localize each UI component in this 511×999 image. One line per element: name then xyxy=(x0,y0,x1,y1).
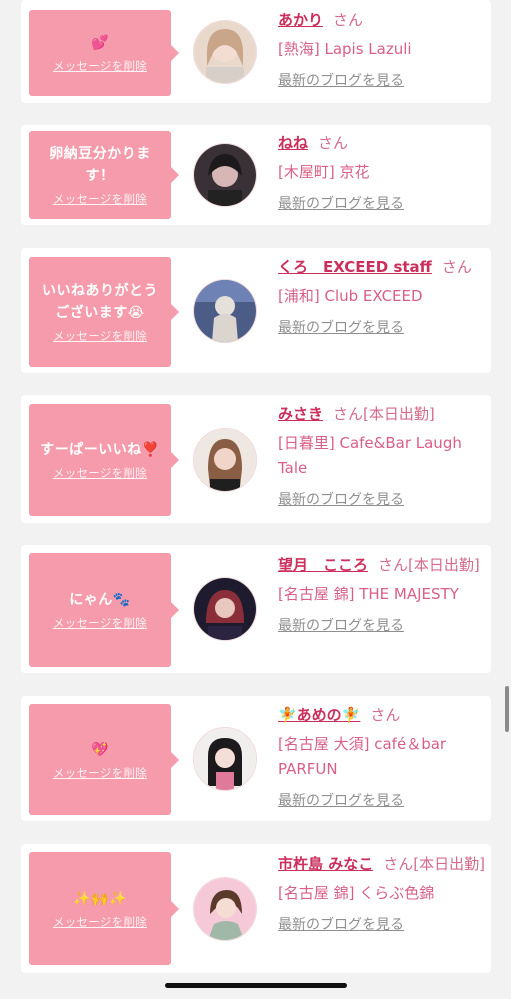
message-text: 💕 xyxy=(91,35,109,51)
message-card: ✨🙌✨ メッセージを削除 市杵島 みなこ さん[本日出勤] [名古屋 錦] くらぶ… xyxy=(21,844,491,973)
message-bubble: 💖 メッセージを削除 xyxy=(29,704,179,815)
message-bubble: ✨🙌✨ メッセージを削除 xyxy=(29,852,179,965)
honorific: さん xyxy=(441,258,472,276)
honorific: さん xyxy=(318,134,349,152)
latest-blog-link[interactable]: 最新のブログを見る xyxy=(278,914,486,934)
message-text: 卵納豆分かります！ xyxy=(49,146,151,184)
message-bubble: すーぱーいいね❣️ メッセージを削除 xyxy=(29,404,179,516)
cast-info: 望月 こころ さん[本日出勤] [名古屋 錦] THE MAJESTY 最新のブロ… xyxy=(278,553,486,635)
avatar[interactable] xyxy=(193,20,257,84)
delete-message-link[interactable]: メッセージを削除 xyxy=(53,191,147,207)
message-bubble: いいねありがとうございます😭 メッセージを削除 xyxy=(29,257,179,367)
cast-info: 🧚あめの🧚 さん [名古屋 大須] café＆bar PARFUN 最新のブログを… xyxy=(278,703,486,810)
message-bubble: にゃん🐾 メッセージを削除 xyxy=(29,553,179,667)
message-card: いいねありがとうございます😭 メッセージを削除 くろ EXCEED staff さ… xyxy=(21,248,491,373)
shop-name: [日暮里] Cafe&Bar Laugh Tale xyxy=(278,434,462,477)
message-text: ✨🙌✨ xyxy=(73,890,127,907)
message-text: すーぱーいいね❣️ xyxy=(40,442,160,458)
cast-name-link[interactable]: 望月 こころ xyxy=(278,556,368,574)
message-text: いいねありがとうございます😭 xyxy=(42,283,158,321)
message-card: にゃん🐾 メッセージを削除 望月 こころ さん[本日出勤] [名古屋 錦] THE… xyxy=(21,545,491,673)
delete-message-link[interactable]: メッセージを削除 xyxy=(53,465,147,481)
home-indicator[interactable] xyxy=(165,983,347,988)
cast-name-link[interactable]: 🧚あめの🧚 xyxy=(278,706,360,724)
delete-message-link[interactable]: メッセージを削除 xyxy=(53,328,147,344)
latest-blog-link[interactable]: 最新のブログを見る xyxy=(278,70,486,90)
delete-message-link[interactable]: メッセージを削除 xyxy=(53,914,147,930)
message-text: にゃん🐾 xyxy=(69,592,131,608)
message-text: 💖 xyxy=(91,741,109,758)
avatar[interactable] xyxy=(193,279,257,343)
message-bubble: 💕 メッセージを削除 xyxy=(29,10,179,96)
shop-name: [名古屋 錦] THE MAJESTY xyxy=(278,585,459,603)
message-card: 💖 メッセージを削除 🧚あめの🧚 さん [名古屋 大須] café＆bar PAR… xyxy=(21,696,491,821)
honorific: さん xyxy=(383,855,414,873)
latest-blog-link[interactable]: 最新のブログを見る xyxy=(278,489,486,509)
status-badge: [本日出勤] xyxy=(363,405,435,423)
latest-blog-link[interactable]: 最新のブログを見る xyxy=(278,317,486,337)
shop-name: [名古屋 錦] くらぶ色錦 xyxy=(278,884,435,902)
cast-info: くろ EXCEED staff さん [浦和] Club EXCEED 最新のブロ… xyxy=(278,255,486,337)
message-card: すーぱーいいね❣️ メッセージを削除 みさき さん[本日出勤] [日暮里] Caf… xyxy=(21,395,491,523)
scrollbar[interactable] xyxy=(505,686,509,732)
delete-message-link[interactable]: メッセージを削除 xyxy=(53,58,147,74)
honorific: さん xyxy=(370,706,401,724)
message-bubble: 卵納豆分かります！ メッセージを削除 xyxy=(29,131,179,219)
shop-name: [名古屋 大須] café＆bar PARFUN xyxy=(278,735,447,778)
latest-blog-link[interactable]: 最新のブログを見る xyxy=(278,790,486,810)
avatar[interactable] xyxy=(193,877,257,941)
avatar[interactable] xyxy=(193,143,257,207)
status-badge: [本日出勤] xyxy=(408,556,480,574)
shop-name: [浦和] Club EXCEED xyxy=(278,287,423,305)
avatar[interactable] xyxy=(193,428,257,492)
cast-info: 市杵島 みなこ さん[本日出勤] [名古屋 錦] くらぶ色錦 最新のブログを見る xyxy=(278,852,486,934)
cast-info: みさき さん[本日出勤] [日暮里] Cafe&Bar Laugh Tale 最新… xyxy=(278,402,486,509)
delete-message-link[interactable]: メッセージを削除 xyxy=(53,615,147,631)
cast-name-link[interactable]: あかり xyxy=(278,11,323,29)
avatar[interactable] xyxy=(193,727,257,791)
status-badge: [本日出勤] xyxy=(413,855,485,873)
honorific: さん xyxy=(378,556,409,574)
latest-blog-link[interactable]: 最新のブログを見る xyxy=(278,193,486,213)
shop-name: [熱海] Lapis Lazuli xyxy=(278,40,412,58)
message-card: 卵納豆分かります！ メッセージを削除 ねね さん [木屋町] 京花 最新のブログを… xyxy=(21,125,491,225)
delete-message-link[interactable]: メッセージを削除 xyxy=(53,765,147,781)
cast-info: ねね さん [木屋町] 京花 最新のブログを見る xyxy=(278,131,486,213)
cast-name-link[interactable]: みさき xyxy=(278,405,323,423)
cast-name-link[interactable]: くろ EXCEED staff xyxy=(278,258,432,276)
honorific: さん xyxy=(333,405,364,423)
cast-info: あかり さん [熱海] Lapis Lazuli 最新のブログを見る xyxy=(278,8,486,90)
avatar[interactable] xyxy=(193,577,257,641)
cast-name-link[interactable]: 市杵島 みなこ xyxy=(278,855,373,873)
message-card: 💕 メッセージを削除 あかり さん [熱海] Lapis Lazuli 最新のブロ… xyxy=(21,0,491,103)
cast-name-link[interactable]: ねね xyxy=(278,134,308,152)
honorific: さん xyxy=(333,11,364,29)
shop-name: [木屋町] 京花 xyxy=(278,163,370,181)
latest-blog-link[interactable]: 最新のブログを見る xyxy=(278,615,486,635)
